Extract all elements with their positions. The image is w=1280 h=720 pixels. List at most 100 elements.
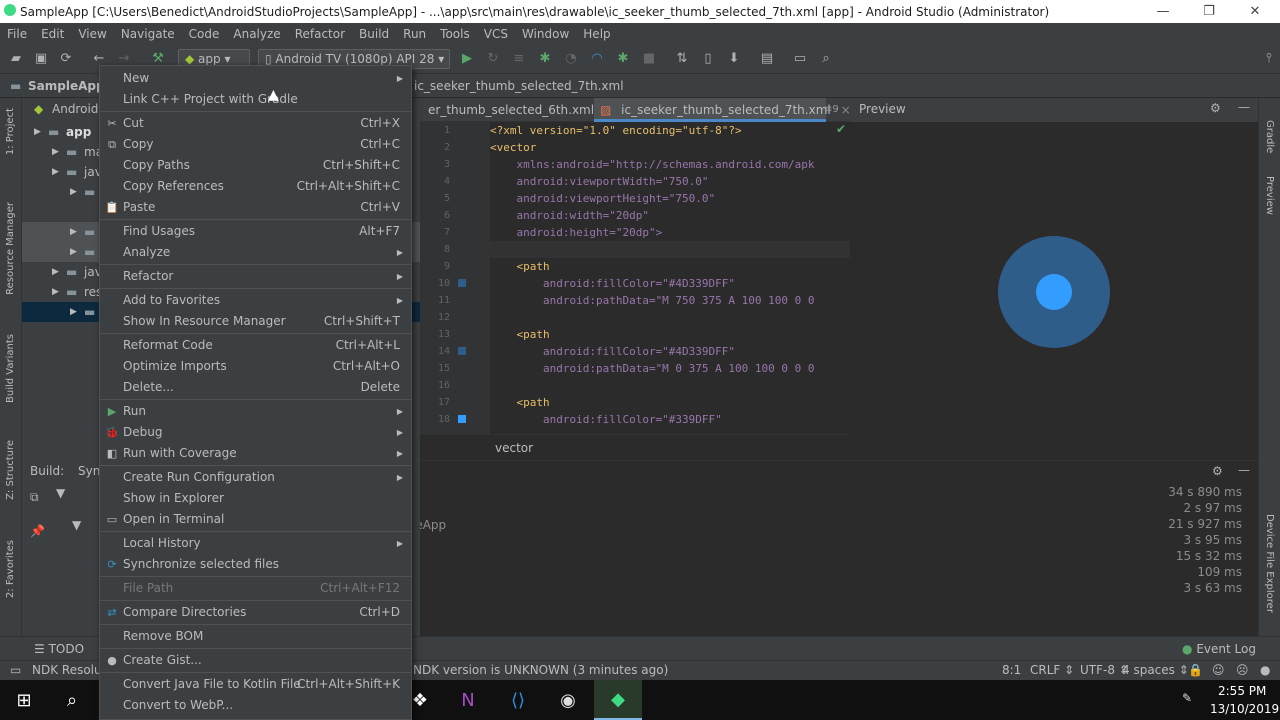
menu-item-optimize-imports[interactable]: Optimize Imports Ctrl+Alt+O xyxy=(100,356,411,377)
avd-manager-icon[interactable]: ▯ xyxy=(700,51,716,67)
menu-item-copy[interactable]: ⧉ Copy Ctrl+C xyxy=(100,134,411,155)
resource-manager-tool-button[interactable]: Resource Manager xyxy=(5,202,16,295)
pen-icon[interactable]: ✎ xyxy=(1182,691,1192,705)
notifications-icon[interactable]: ● xyxy=(1260,663,1270,677)
menu-item-remove-bom[interactable]: Remove BOM xyxy=(100,626,411,647)
tab-list-button[interactable]: ≡9 xyxy=(824,98,839,122)
apply-changes-icon[interactable]: ↻ xyxy=(485,51,501,67)
coverage-icon[interactable]: ◔ xyxy=(563,51,579,67)
indent-select[interactable]: 4 spaces ⇕ xyxy=(1122,663,1189,677)
open-icon[interactable]: ▰ xyxy=(8,51,24,67)
menu-item-create-run-configuration[interactable]: Create Run Configuration ▶ xyxy=(100,467,411,488)
expand-icon[interactable]: ▼ xyxy=(72,518,81,532)
breadcrumb-vector[interactable]: vector xyxy=(495,441,533,455)
save-icon[interactable]: ▣ xyxy=(33,51,49,67)
favorites-tool-button[interactable]: 2: Favorites xyxy=(5,540,16,598)
hide-icon[interactable]: — xyxy=(1238,100,1250,114)
expand-icon[interactable]: ▼ xyxy=(56,486,65,500)
tab-selected-6th[interactable]: er_thumb_selected_6th.xml × xyxy=(428,98,614,122)
menu-item-create-gist[interactable]: ● Create Gist... xyxy=(100,650,411,671)
sdk-manager-icon[interactable]: ⬇ xyxy=(726,51,742,67)
attach-debugger-icon[interactable]: ✱ xyxy=(615,51,631,67)
event-log-button[interactable]: ● Event Log xyxy=(1182,642,1256,656)
menu-navigate[interactable]: Navigate xyxy=(114,27,182,41)
menu-item-refactor[interactable]: Refactor ▶ xyxy=(100,266,411,287)
menu-item-compare-directories[interactable]: ⇄ Compare Directories Ctrl+D xyxy=(100,602,411,623)
menu-view[interactable]: View xyxy=(71,27,113,41)
maximize-button[interactable]: ❐ xyxy=(1186,0,1232,23)
profile-icon[interactable]: ◠ xyxy=(589,51,605,67)
menu-item-show-in-explorer[interactable]: Show in Explorer xyxy=(100,488,411,509)
menu-refactor[interactable]: Refactor xyxy=(288,27,352,41)
expand-arrow-icon[interactable]: ▶ xyxy=(70,242,77,262)
breadcrumb-file[interactable]: ic_seeker_thumb_selected_7th.xml xyxy=(414,79,624,93)
menu-item-reformat-code[interactable]: Reformat Code Ctrl+Alt+L xyxy=(100,335,411,356)
expand-arrow-icon[interactable]: ▶ xyxy=(34,122,41,142)
menu-item-debug[interactable]: 🐞 Debug ▶ xyxy=(100,422,411,443)
start-icon[interactable]: ⊞ xyxy=(0,680,48,720)
menu-item-new[interactable]: New ▶ xyxy=(100,68,411,89)
gradle-tool-button[interactable]: Gradle xyxy=(1264,120,1275,153)
vscode-icon[interactable]: ⟨⟩ xyxy=(494,680,542,720)
clock-time[interactable]: 2:55 PM xyxy=(1218,684,1266,698)
stop-icon[interactable]: ■ xyxy=(641,51,657,67)
menu-item-add-to-favorites[interactable]: Add to Favorites ▶ xyxy=(100,290,411,311)
menu-item-convert-java-file-to-kotlin-file[interactable]: Convert Java File to Kotlin File Ctrl+Alt… xyxy=(100,674,411,695)
gear-icon[interactable]: ⚙ xyxy=(1212,464,1223,478)
menu-item-run[interactable]: ▶ Run ▶ xyxy=(100,401,411,422)
menu-item-find-usages[interactable]: Find Usages Alt+F7 xyxy=(100,221,411,242)
menu-edit[interactable]: Edit xyxy=(34,27,71,41)
menu-code[interactable]: Code xyxy=(182,27,227,41)
expand-arrow-icon[interactable]: ▶ xyxy=(70,182,77,202)
build-variants-tool-button[interactable]: Build Variants xyxy=(5,334,16,403)
color-swatch-icon[interactable] xyxy=(458,415,466,423)
search-icon[interactable]: ⌕ xyxy=(48,680,96,720)
pin-icon[interactable]: 📌 xyxy=(30,524,45,538)
structure-tool-button[interactable]: Z: Structure xyxy=(5,440,16,500)
caret-position[interactable]: 8:1 xyxy=(1002,663,1021,677)
expand-arrow-icon[interactable]: ▶ xyxy=(52,262,59,282)
project-tool-button[interactable]: 1: Project xyxy=(5,108,16,155)
menu-item-copy-paths[interactable]: Copy Paths Ctrl+Shift+C xyxy=(100,155,411,176)
search-icon[interactable]: ⌕ xyxy=(818,51,834,67)
menu-item-open-in-terminal[interactable]: ▭ Open in Terminal xyxy=(100,509,411,530)
gradle-sync-icon[interactable]: ⇅ xyxy=(674,51,690,67)
expand-arrow-icon[interactable]: ▶ xyxy=(52,162,59,182)
menu-vcs[interactable]: VCS xyxy=(477,27,515,41)
code-editor[interactable]: ✔ <?xml version="1.0" encoding="utf-8"?>… xyxy=(490,122,850,434)
menu-item-local-history[interactable]: Local History ▶ xyxy=(100,533,411,554)
menu-analyze[interactable]: Analyze xyxy=(226,27,287,41)
feedback-icon[interactable]: ☹ xyxy=(1236,663,1249,677)
menu-item-cut[interactable]: ✂ Cut Ctrl+X xyxy=(100,113,411,134)
menu-tools[interactable]: Tools xyxy=(433,27,477,41)
layout-inspector-icon[interactable]: ▭ xyxy=(792,51,808,67)
preview-tool-button[interactable]: Preview xyxy=(1264,176,1275,215)
filter-icon[interactable]: ⧉ xyxy=(30,490,39,505)
onenote-icon[interactable]: N xyxy=(444,680,492,720)
menu-item-synchronize-selected-files[interactable]: ⟳ Synchronize selected files xyxy=(100,554,411,575)
expand-arrow-icon[interactable]: ▶ xyxy=(52,282,59,302)
color-swatch-icon[interactable] xyxy=(458,279,466,287)
sync-icon[interactable]: ⟳ xyxy=(58,51,74,67)
menu-item-show-in-resource-manager[interactable]: Show In Resource Manager Ctrl+Shift+T xyxy=(100,311,411,332)
vcs-icon[interactable]: ⫯ xyxy=(1261,51,1277,67)
menu-run[interactable]: Run xyxy=(396,27,433,41)
run-icon[interactable]: ▶ xyxy=(459,51,475,67)
apply-code-changes-icon[interactable]: ≡ xyxy=(511,51,527,67)
menu-item-paste[interactable]: 📋 Paste Ctrl+V xyxy=(100,197,411,218)
color-swatch-icon[interactable] xyxy=(458,347,466,355)
tab-sync[interactable]: Syn xyxy=(78,464,100,478)
gear-icon[interactable]: ⚙ xyxy=(1210,101,1221,115)
tool-window-toggle-icon[interactable]: ▭ xyxy=(10,663,21,677)
menu-item-copy-references[interactable]: Copy References Ctrl+Alt+Shift+C xyxy=(100,176,411,197)
close-button[interactable]: ✕ xyxy=(1232,0,1278,23)
breadcrumb-project[interactable]: SampleApp xyxy=(28,79,105,93)
menu-help[interactable]: Help xyxy=(576,27,617,41)
todo-tool-button[interactable]: ☰ TODO xyxy=(34,642,84,656)
menu-build[interactable]: Build xyxy=(352,27,396,41)
project-structure-icon[interactable]: ▤ xyxy=(759,51,775,67)
clock-date[interactable]: 13/10/2019 xyxy=(1210,702,1279,716)
menu-item-convert-to-webp[interactable]: Convert to WebP... xyxy=(100,695,411,716)
lock-icon[interactable]: 🔒 xyxy=(1188,663,1203,677)
menu-item-analyze[interactable]: Analyze ▶ xyxy=(100,242,411,263)
